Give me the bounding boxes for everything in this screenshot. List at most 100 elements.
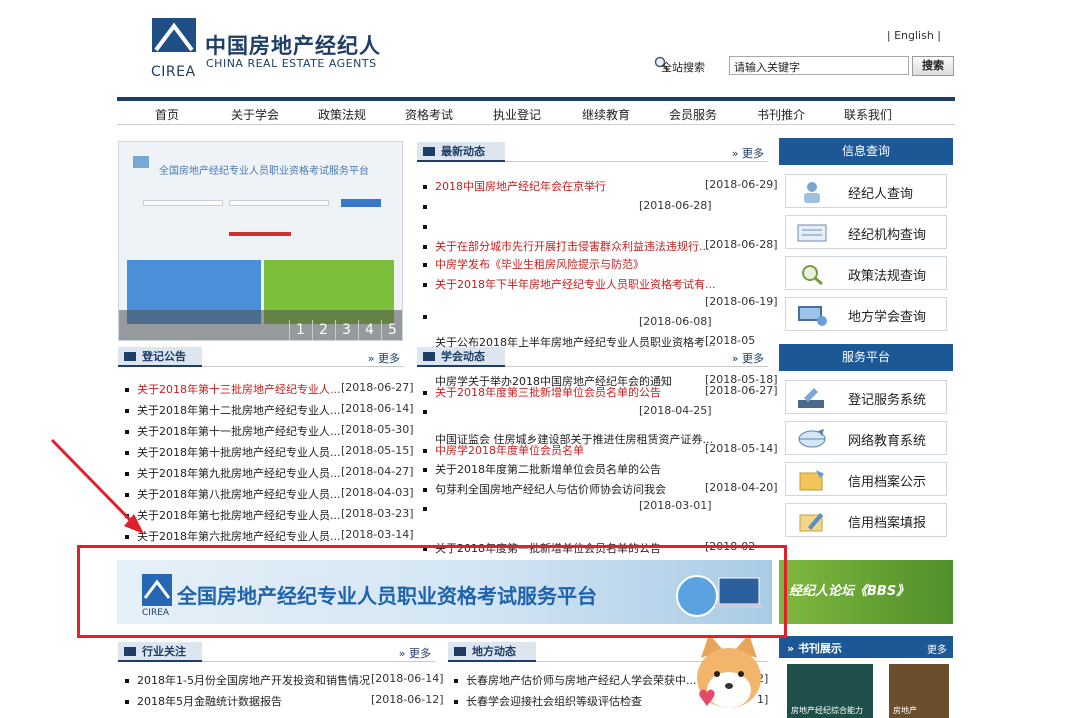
slider-page-5[interactable]: 5 <box>381 320 402 340</box>
society-more-link[interactable]: » 更多 <box>732 350 764 366</box>
industry-more-link[interactable]: » 更多 <box>399 645 431 661</box>
registration-service-label: 登记服务系统 <box>848 393 927 408</box>
list-item[interactable]: 中房学2018年度单位会员名单 <box>423 442 584 458</box>
book-cover[interactable]: 房地产 <box>889 664 949 718</box>
news-item-date: [2018-06-19] <box>705 295 778 308</box>
list-item[interactable]: 关于在部分城市先行开展打击侵害群众利益违法违规行... <box>423 238 710 254</box>
local-society-query-button[interactable]: 地方学会查询 <box>785 297 947 331</box>
document-icon <box>797 224 827 242</box>
notice-item-date: [2018-04-27] <box>341 465 414 478</box>
society-item-date: [2018-06-27] <box>705 384 778 397</box>
notice-item-date: [2018-04-03] <box>341 486 414 499</box>
english-link[interactable]: | English | <box>887 29 941 42</box>
bullet-icon <box>423 225 427 229</box>
industry-panel-header: 行业关注 » 更多 <box>118 642 435 662</box>
industry-item-text: 2018年5月金融统计数据报告 <box>137 695 282 708</box>
highlight-box <box>77 545 787 638</box>
list-item[interactable] <box>423 200 435 213</box>
list-item[interactable] <box>423 310 435 323</box>
agency-query-label: 经纪机构查询 <box>848 228 927 243</box>
notice-item-text: 关于2018年第六批房地产经纪专业人员... <box>137 530 341 543</box>
online-education-label: 网络教育系统 <box>848 434 927 449</box>
industry-panel-icon <box>124 647 136 656</box>
computer-icon <box>798 306 827 326</box>
news-item-date: [2018-05 <box>705 334 756 347</box>
news-more-link[interactable]: » 更多 <box>732 145 764 161</box>
credit-fill-button[interactable]: 信用档案填报 <box>785 503 947 537</box>
slider-page-4[interactable]: 4 <box>358 320 380 340</box>
nav-item-about[interactable]: 关于学会 <box>231 106 279 123</box>
agent-query-label: 经纪人查询 <box>848 187 914 202</box>
news-tab: 最新动态 <box>417 142 505 162</box>
list-item[interactable]: 关于2018年度第二批新增单位会员名单的公告 <box>423 461 661 477</box>
search-input[interactable]: 请输入关键字 <box>729 56 909 75</box>
nav-item-policy[interactable]: 政策法规 <box>318 106 366 123</box>
main-nav: 首页 关于学会 政策法规 资格考试 执业登记 继续教育 会员服务 书刊推介 联系… <box>117 101 955 125</box>
notice-item-date: [2018-05-30] <box>341 423 414 436</box>
list-item[interactable]: 2018年5月金融统计数据报告 <box>125 693 282 709</box>
list-item[interactable]: 2018中国房地产经纪年会在京举行 <box>423 178 606 194</box>
nav-item-contact[interactable]: 联系我们 <box>844 106 892 123</box>
slider-page-1[interactable]: 1 <box>289 320 311 340</box>
slider-query-button <box>341 199 381 207</box>
list-item[interactable] <box>423 502 435 515</box>
credit-public-button[interactable]: 信用档案公示 <box>785 462 947 496</box>
search-button[interactable]: 搜索 <box>912 56 954 76</box>
society-item-date: [2018-05-14] <box>705 442 778 455</box>
book-cover[interactable]: 房地产经纪综合能力 <box>787 664 873 718</box>
slider-page-3[interactable]: 3 <box>335 320 357 340</box>
list-item[interactable]: 长春学会迎接社会组织等级评估检查 <box>454 693 642 709</box>
society-title: 学会动态 <box>441 350 485 363</box>
notice-item-text: 关于2018年第八批房地产经纪专业人员... <box>137 488 341 501</box>
agent-query-button[interactable]: 经纪人查询 <box>785 174 947 208</box>
list-item[interactable] <box>423 220 435 233</box>
books-more-link[interactable]: 更多 <box>927 641 947 656</box>
society-panel-header: 学会动态 » 更多 <box>417 347 768 367</box>
slider-title: 全国房地产经纪专业人员职业资格考试服务平台 <box>159 166 369 177</box>
local-tab: 地方动态 <box>448 642 536 662</box>
society-item-date: [2018-03-01] <box>639 499 712 512</box>
service-panel-title: 服务平台 <box>779 344 953 371</box>
bullet-icon <box>423 488 427 492</box>
news-panel-header: 最新动态 » 更多 <box>417 142 768 162</box>
nav-item-exam[interactable]: 资格考试 <box>405 106 453 123</box>
list-item[interactable]: 关于2018年度第三批新增单位会员名单的公告 <box>423 384 661 400</box>
news-panel-icon <box>423 147 435 156</box>
nav-item-education[interactable]: 继续教育 <box>582 106 630 123</box>
notice-item-date: [2018-05-15] <box>341 444 414 457</box>
nav-item-registration[interactable]: 执业登记 <box>493 106 541 123</box>
slider-page-2[interactable]: 2 <box>312 320 334 340</box>
nav-item-member[interactable]: 会员服务 <box>669 106 717 123</box>
society-item-date: [2018-04-20] <box>705 481 778 494</box>
bullet-icon <box>423 507 427 511</box>
policy-query-button[interactable]: 政策法规查询 <box>785 256 947 290</box>
annotation-arrow-icon <box>50 438 144 534</box>
registration-service-button[interactable]: 登记服务系统 <box>785 380 947 414</box>
globe-icon <box>798 429 826 448</box>
local-item-text: 长春学会迎接社会组织等级评估检查 <box>466 695 642 708</box>
industry-more-label: 更多 <box>409 647 431 660</box>
list-item[interactable]: 2018年1-5月份全国房地产开发投资和销售情况 <box>125 672 370 688</box>
news-more-label: 更多 <box>742 147 764 160</box>
notice-item-text: 关于2018年第九批房地产经纪专业人员... <box>137 467 341 480</box>
list-item[interactable]: 中房学发布《毕业生租房风险提示与防范》 <box>423 256 644 272</box>
list-item[interactable]: 句芽利全国房地产经纪人与估价师协会访问我会 <box>423 481 666 497</box>
online-education-button[interactable]: 网络教育系统 <box>785 421 947 455</box>
notice-item-text: 关于2018年第十批房地产经纪专业人员... <box>137 446 341 459</box>
folder-icon <box>799 470 824 491</box>
bullet-icon <box>454 700 458 704</box>
list-item[interactable]: 关于2018年下半年房地产经纪专业人员职业资格考试有... <box>423 276 715 292</box>
list-item[interactable]: 长春房地产估价师与房地产经纪人学会荣获中... <box>454 672 697 688</box>
news-item-date: [2018-06-08] <box>639 315 712 328</box>
edit-folder-icon <box>799 513 823 532</box>
image-slider[interactable]: 全国房地产经纪专业人员职业资格考试服务平台 1 2 3 4 5 <box>118 141 403 341</box>
industry-item-date: [2018-06-14] <box>371 672 444 685</box>
notice-more-link[interactable]: » 更多 <box>368 350 400 366</box>
list-item[interactable] <box>423 405 435 418</box>
bbs-banner[interactable]: 经纪人论坛《BBS》 <box>779 560 953 624</box>
agency-query-button[interactable]: 经纪机构查询 <box>785 215 947 249</box>
bullet-icon <box>423 263 427 267</box>
nav-item-books[interactable]: 书刊推介 <box>757 106 805 123</box>
society-item-text: 句芽利全国房地产经纪人与估价师协会访问我会 <box>435 483 666 496</box>
bullet-icon <box>423 315 427 319</box>
